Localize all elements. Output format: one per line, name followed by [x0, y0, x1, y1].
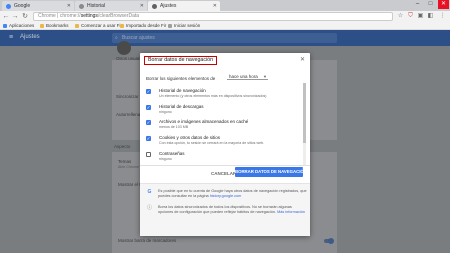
address-bar[interactable]: Chrome | chrome://settings/clearBrowserD…	[33, 12, 393, 21]
page-icon	[168, 23, 172, 28]
tab-label: Historial	[87, 3, 106, 9]
search-icon: ⌕	[115, 35, 118, 41]
google-favicon-icon	[6, 3, 11, 9]
info-text-body: Borra los datos sincronizados de todos l…	[158, 205, 292, 214]
tab-historial[interactable]: Historial ✕	[75, 1, 147, 11]
search-placeholder: Buscar ajustes	[122, 35, 155, 41]
checkbox-checked-icon[interactable]: ✓	[146, 120, 151, 125]
bg-sync-label: Sincronizar	[116, 94, 139, 99]
dialog-actions: CANCELAR BORRAR DATOS DE NAVEGACIÓN	[140, 165, 310, 179]
dialog-info-footer: G Es posible que en tu cuenta de Google …	[140, 183, 310, 236]
bookmark-label: Iniciar sesión	[174, 23, 201, 28]
chevron-down-icon: ▼	[263, 74, 267, 79]
bookmark-apps[interactable]: Aplicaciones	[3, 23, 34, 28]
bookmark-label: Importado desde Fir	[126, 23, 167, 28]
bg-appearance-heading: Aspecto	[114, 144, 131, 149]
bookmark-bookmarks[interactable]: Bookmarks	[40, 23, 69, 28]
hamburger-menu-icon[interactable]: ≡	[9, 34, 15, 41]
time-range-select[interactable]: hace una hora ▼	[227, 73, 268, 80]
tab-ajustes[interactable]: Ajustes ✕	[148, 1, 220, 11]
maximize-button[interactable]: □	[425, 0, 436, 9]
menu-icon[interactable]: ⋮	[439, 13, 446, 20]
checkbox-checked-icon[interactable]: ✓	[146, 105, 151, 110]
option-title: Historial de descargas	[159, 104, 204, 109]
bookmarks-bar: Aplicaciones Bookmarks Comenzar a usar F…	[0, 22, 450, 30]
bg-themes-label: Temas	[118, 159, 132, 164]
checkbox-checked-icon[interactable]: ✓	[146, 89, 151, 94]
bg-show-home-label: Mostrar el b	[118, 182, 142, 187]
clear-data-button[interactable]: BORRAR DATOS DE NAVEGACIÓN	[235, 167, 307, 177]
option-desc: Con esta opción, tu sesión se cerrará en…	[159, 141, 265, 145]
option-desc: menos de 103 MB	[159, 125, 189, 129]
option-title: Historial de navegación	[159, 88, 206, 93]
url-path: /clearBrowserData	[97, 13, 140, 19]
back-icon[interactable]: ←	[2, 12, 10, 21]
tab-strip: Google ✕ Historial ✕ Ajustes ✕ – □ ✕	[0, 0, 450, 11]
bookmark-imported[interactable]: Importado desde Fir	[120, 23, 166, 28]
forward-icon[interactable]: →	[11, 12, 19, 21]
minimize-button[interactable]: –	[412, 0, 423, 9]
close-tab-icon[interactable]: ✕	[67, 3, 71, 9]
time-range-label: Borrar los siguientes elementos de	[146, 76, 216, 81]
option-title: Contraseñas	[159, 151, 185, 156]
apps-icon	[3, 23, 7, 28]
tab-label: Google	[14, 3, 31, 9]
star-icon[interactable]: ☆	[397, 13, 404, 20]
close-tab-icon[interactable]: ✕	[140, 3, 144, 9]
clear-browsing-data-dialog: Borrar datos de navegación ✕ Borrar los …	[140, 53, 310, 236]
option-title: Cookies y otros datos de sitios	[159, 135, 221, 140]
close-window-button[interactable]: ✕	[438, 0, 449, 9]
bg-autofill-label: Autorrellenar	[116, 112, 142, 117]
folder-icon	[40, 23, 44, 28]
bookmark-label: Aplicaciones	[9, 23, 35, 28]
more-info-link[interactable]: Más información	[277, 210, 305, 214]
close-tab-icon[interactable]: ✕	[213, 3, 217, 9]
settings-favicon-icon	[152, 3, 157, 9]
folder-icon	[120, 23, 124, 28]
close-icon[interactable]: ✕	[300, 57, 305, 63]
settings-search-input[interactable]: ⌕ Buscar ajustes	[112, 33, 337, 43]
bg-show-bookmarks-label: Mostrar barra de marcadores	[118, 238, 177, 243]
bookmarks-toggle[interactable]	[324, 238, 334, 244]
bookmark-label: Bookmarks	[46, 23, 69, 28]
avatar	[117, 41, 131, 55]
browser-toolbar: ← → ↻ Chrome | chrome://settings/clearBr…	[0, 11, 450, 22]
option-title: Archivos e imágenes almacenados en caché	[159, 119, 249, 124]
bg-themes-sub: Abrir Chrome	[118, 165, 139, 169]
tab-label: Ajustes	[160, 3, 177, 9]
reload-icon[interactable]: ↻	[21, 12, 29, 21]
sync-icon: ⓘ	[147, 205, 153, 211]
google-g-icon: G	[147, 189, 152, 195]
extension-icon[interactable]: ▣	[417, 13, 424, 20]
dialog-scrollbar[interactable]	[303, 83, 306, 165]
history-link[interactable]: history.google.com	[210, 194, 242, 198]
bookmark-firefox[interactable]: Comenzar a usar Fir	[75, 23, 122, 28]
info-text: Es posible que en tu cuenta de Google ha…	[158, 189, 308, 199]
bookmark-label: Comenzar a usar Fir	[81, 23, 123, 28]
settings-header: ≡ Ajustes ⌕ Buscar ajustes	[0, 30, 450, 46]
settings-title: Ajustes	[20, 34, 40, 40]
info-text: Borra los datos sincronizados de todos l…	[158, 205, 308, 215]
history-favicon-icon	[79, 3, 84, 9]
tab-google[interactable]: Google ✕	[2, 1, 74, 11]
dialog-title: Borrar datos de navegación	[144, 56, 218, 65]
scrollbar-thumb[interactable]	[303, 83, 306, 143]
option-desc: ninguno	[159, 157, 172, 161]
option-desc: Un elemento (y otros elementos más en di…	[159, 94, 267, 98]
extension-icon-2[interactable]: ◧	[427, 13, 434, 20]
url-scheme: Chrome | chrome://	[38, 13, 81, 19]
url-host: settings	[80, 13, 98, 19]
firefox-icon	[75, 23, 79, 28]
extension-shield-icon[interactable]: ⛉	[407, 13, 414, 20]
time-range-value: hace una hora	[229, 74, 258, 79]
bookmark-login[interactable]: Iniciar sesión	[168, 23, 200, 28]
checkbox-checked-icon[interactable]: ✓	[146, 136, 151, 141]
checkbox-unchecked-icon[interactable]	[146, 152, 151, 157]
option-desc: ninguno	[159, 110, 172, 114]
